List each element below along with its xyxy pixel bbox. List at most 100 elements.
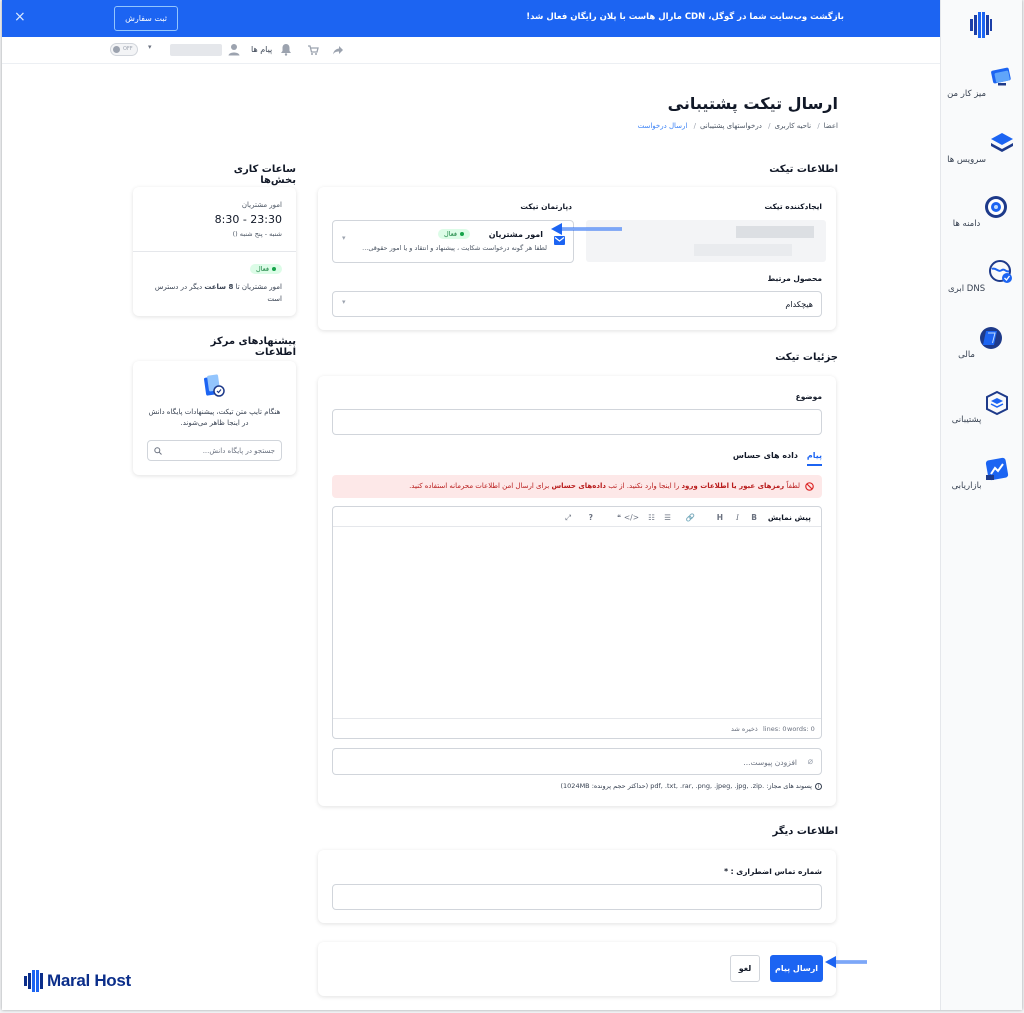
warning-text: لطفاً رمزهای عبور یا اطلاعات ورود را این… <box>409 482 800 490</box>
wh-status-badge: فعال <box>250 264 282 274</box>
attachment-field[interactable]: ⌀ افزودن پیوست... <box>332 748 822 775</box>
submit-button[interactable]: ارسال پیام <box>770 955 823 982</box>
breadcrumb-current: ارسال درخواست <box>637 122 688 130</box>
department-label: دپارتمان تیکت <box>520 202 572 211</box>
subject-input[interactable] <box>332 409 822 435</box>
sidebar-item-label: میز کار من <box>947 89 987 99</box>
wh-hours: 8:30 - 23:30 <box>214 213 282 226</box>
chevron-down-icon[interactable]: ▾ <box>148 43 152 51</box>
tab-sensitive-data[interactable]: داده های حساس <box>733 451 798 460</box>
close-icon[interactable]: × <box>14 9 26 25</box>
sidebar-item-finance[interactable]: مالی <box>940 325 1022 360</box>
preview-button[interactable]: پیش نمایش <box>768 513 811 522</box>
sidebar-item-label: سرویس ها <box>947 155 987 165</box>
wh-days: شنبه - پنج شنبه () <box>232 230 282 238</box>
marketing-icon <box>986 457 1009 481</box>
heading-button[interactable]: H <box>717 513 723 522</box>
working-hours-card: امور مشتریان 8:30 - 23:30 شنبه - پنج شنب… <box>133 187 296 316</box>
sidebar: میز کار من سرویس ها دامنه ها DNS ابری ما… <box>940 0 1022 1010</box>
toggle-label: OFF <box>123 46 133 52</box>
sidebar-item-label: بازاریابی <box>951 481 982 491</box>
support-icon <box>986 390 1009 416</box>
share-icon[interactable] <box>332 44 344 56</box>
user-icon[interactable] <box>228 43 240 56</box>
search-icon <box>154 447 162 455</box>
dns-icon <box>988 260 1012 283</box>
globe-icon <box>985 196 1008 218</box>
cancel-button[interactable]: لغو <box>730 955 760 982</box>
sidebar-item-label: DNS ابری <box>948 284 986 294</box>
wallet-icon <box>979 327 1002 349</box>
layers-icon <box>990 133 1013 152</box>
actions-card: ارسال پیام لغو <box>318 942 836 996</box>
working-hours-title: ساعات کاری بخش‌ها <box>233 164 296 186</box>
ticket-details-card: موضوع پیام داده های حساس لطفاً رمزهای عب… <box>318 376 836 806</box>
username-redacted <box>170 44 222 56</box>
department-description: لطفا هر گونه درخواست شکایت ، پیشنهاد و ا… <box>362 244 547 252</box>
editor-statusbar: words: 0 lines: 0 ذخیره شد <box>333 718 821 738</box>
product-select[interactable]: هیچکدام ▾ <box>332 291 822 317</box>
italic-button[interactable]: I <box>736 513 739 522</box>
sidebar-item-dashboard[interactable]: میز کار من <box>940 64 1022 99</box>
wh-availability: امور مشتریان تا 8 ساعت دیگر در دسترس است <box>154 283 282 303</box>
tab-message[interactable]: پیام <box>806 451 822 466</box>
sidebar-item-support[interactable]: پشتیبانی <box>940 390 1022 425</box>
department-name: امور مشتریان <box>488 230 543 239</box>
bold-button[interactable]: B <box>751 513 757 522</box>
sidebar-item-cloud-dns[interactable]: DNS ابری <box>940 259 1022 294</box>
ticket-info-title: اطلاعات تیکت <box>769 164 838 175</box>
sidebar-item-marketing[interactable]: بازاریابی <box>940 456 1022 491</box>
maral-host-logo: Maral Host <box>24 970 131 992</box>
breadcrumb-item[interactable]: درخواستهای پشتیبانی <box>700 122 762 130</box>
ticket-details-title: جزئیات تیکت <box>775 352 838 363</box>
breadcrumb-item[interactable]: ناحیه کاربری <box>774 122 811 130</box>
unordered-list-icon[interactable]: ☰ <box>664 513 671 522</box>
chevron-down-icon: ▾ <box>342 298 346 306</box>
promo-banner: بازگشت وب‌سایت شما در گوگل، CDN مارال ها… <box>2 0 940 37</box>
fullscreen-icon[interactable]: ⤢ <box>565 513 571 523</box>
phone-label: شماره تماس اضطراری : * <box>724 867 822 876</box>
app-frame: بازگشت وب‌سایت شما در گوگل، CDN مارال ها… <box>2 0 1022 1010</box>
department-select[interactable]: امور مشتریان فعال لطفا هر گونه درخواست ش… <box>332 220 574 263</box>
ordered-list-icon[interactable]: ☷ <box>648 513 655 522</box>
wh-department: امور مشتریان <box>241 201 282 209</box>
line-count: lines: 0 <box>763 725 787 733</box>
help-icon[interactable]: ? <box>589 513 593 522</box>
quote-icon[interactable]: ❝ <box>617 513 621 522</box>
maral-logo-icon[interactable] <box>970 12 992 38</box>
top-bar: پیام ها ▾ OFF <box>2 37 940 64</box>
promo-banner-text: بازگشت وب‌سایت شما در گوگل، CDN مارال ها… <box>526 12 844 22</box>
sidebar-item-label: پشتیبانی <box>951 415 982 425</box>
attachment-placeholder: افزودن پیوست... <box>743 758 797 767</box>
link-icon[interactable]: 🔗 <box>686 513 695 522</box>
paperclip-icon: ⌀ <box>807 757 813 767</box>
subject-label: موضوع <box>795 392 822 401</box>
emergency-phone-input[interactable] <box>332 884 822 910</box>
sidebar-item-label: دامنه ها <box>952 219 981 229</box>
sidebar-item-services[interactable]: سرویس ها <box>940 130 1022 165</box>
order-button[interactable]: ثبت سفارش <box>114 6 178 31</box>
messages-label[interactable]: پیام ها <box>251 45 272 54</box>
annotation-arrow-icon <box>825 956 867 968</box>
kb-search-placeholder: جستجو در پایگاه دانش... <box>202 447 275 455</box>
breadcrumb: اعضا/ ناحیه کاربری/ درخواستهای پشتیبانی/… <box>637 122 838 130</box>
word-count: words: 0 <box>787 725 815 733</box>
cart-icon[interactable] <box>307 44 319 56</box>
maral-logo-icon <box>24 970 43 992</box>
kb-search-input[interactable]: جستجو در پایگاه دانش... <box>147 440 282 461</box>
bell-icon[interactable] <box>280 43 292 56</box>
desktop-icon <box>991 67 1011 86</box>
product-value: هیچکدام <box>785 300 813 309</box>
brand-name: Maral Host <box>47 971 131 990</box>
breadcrumb-item[interactable]: اعضا <box>824 122 838 130</box>
warning-alert: لطفاً رمزهای عبور یا اطلاعات ورود را این… <box>332 475 822 498</box>
sidebar-item-domains[interactable]: دامنه ها <box>940 194 1022 229</box>
kb-title: پیشنهادهای مرکز اطلاعات <box>210 336 296 358</box>
page-title: ارسال تیکت پشتیبانی <box>667 94 838 113</box>
book-icon <box>203 374 225 397</box>
other-info-title: اطلاعات دیگر <box>772 826 838 837</box>
mode-toggle[interactable]: OFF <box>110 43 138 56</box>
editor-toolbar: پیش نمایش B I H 🔗 ☰ ☷ </> ❝ ? ⤢ <box>333 507 821 527</box>
message-editor[interactable]: پیش نمایش B I H 🔗 ☰ ☷ </> ❝ ? ⤢ words: 0… <box>332 506 822 739</box>
code-icon[interactable]: </> <box>624 513 639 522</box>
